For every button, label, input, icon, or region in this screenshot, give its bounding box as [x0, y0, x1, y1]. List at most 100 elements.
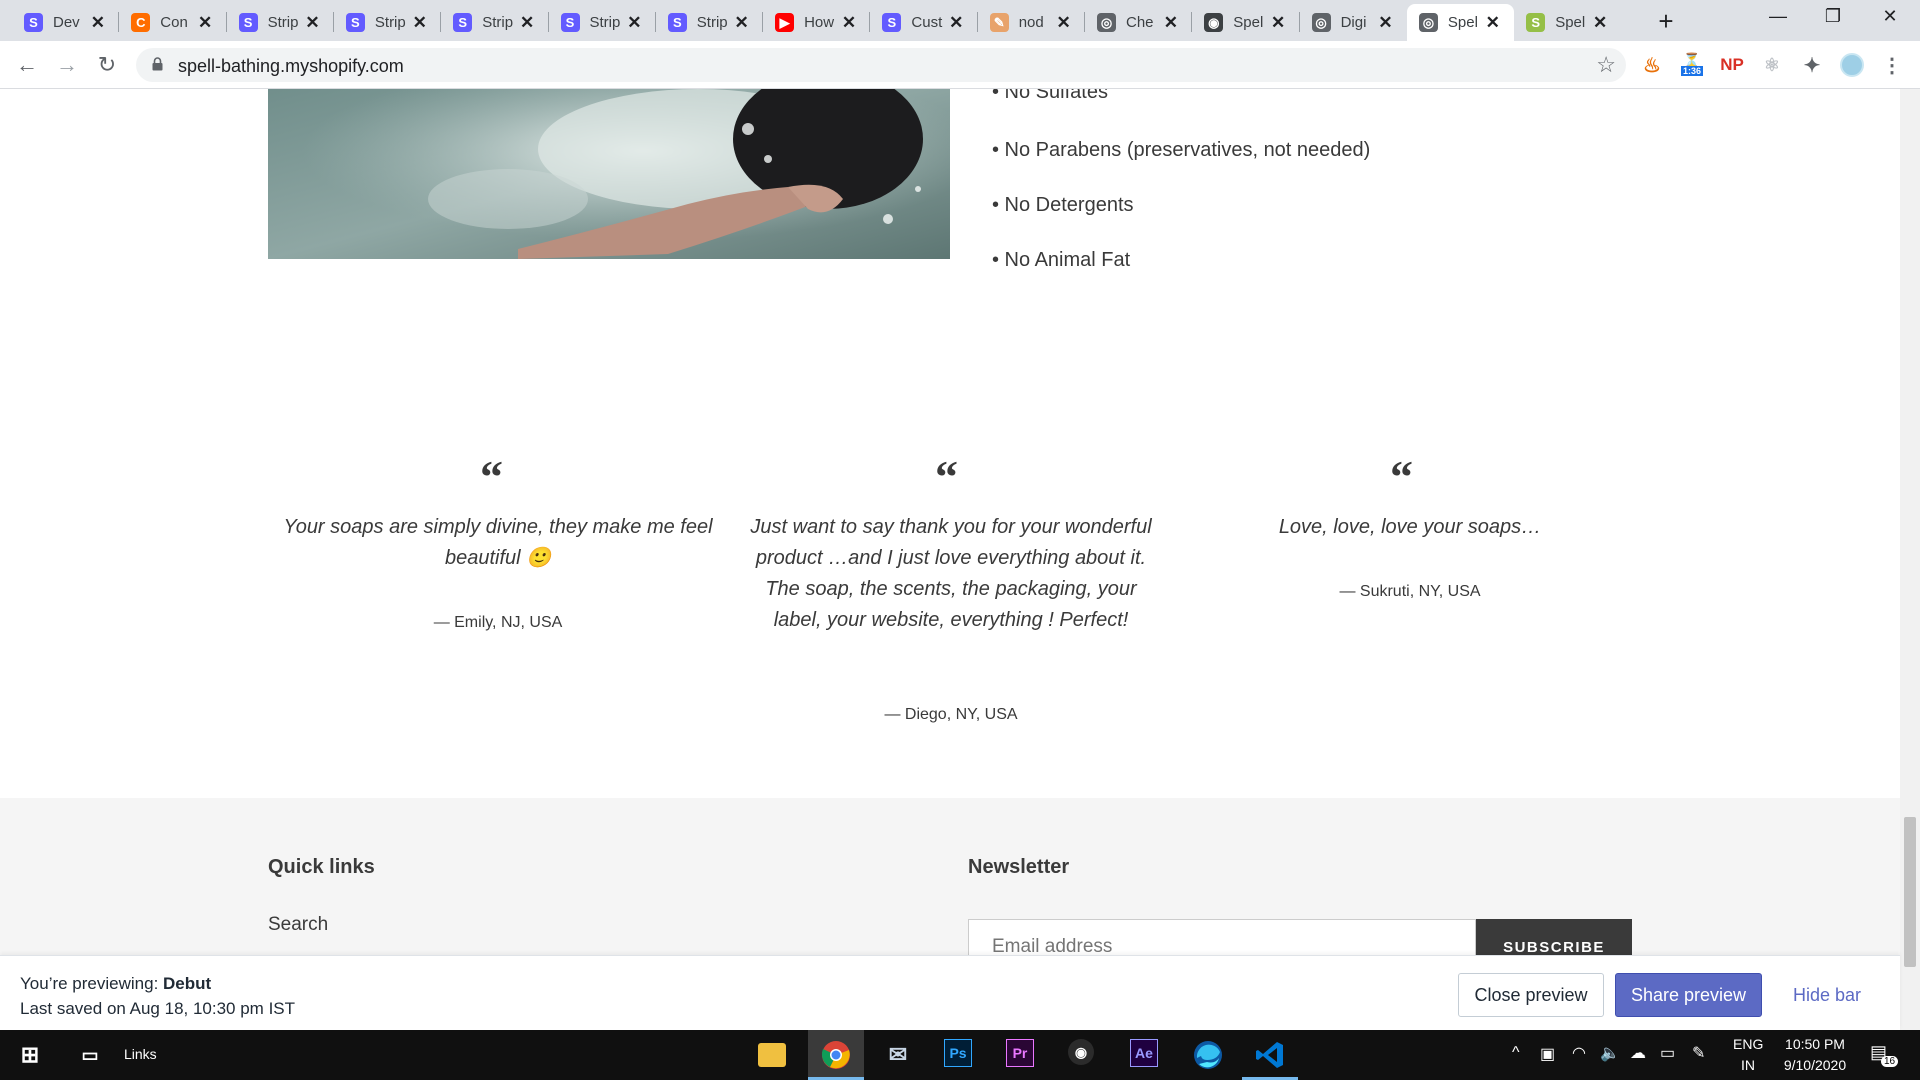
edge-icon[interactable]: [1192, 1039, 1224, 1071]
browser-tab[interactable]: S Strip ✕: [334, 4, 441, 41]
react-extension-icon[interactable]: ⚛: [1760, 53, 1784, 77]
tab-close-icon[interactable]: ✕: [735, 13, 749, 33]
show-hidden-icons-icon[interactable]: ^: [1512, 1044, 1520, 1062]
language-indicator[interactable]: ENG: [1733, 1036, 1763, 1052]
share-preview-button[interactable]: Share preview: [1615, 973, 1762, 1017]
tab-title: Che: [1126, 14, 1154, 31]
tab-close-icon[interactable]: ✕: [1164, 13, 1178, 33]
tab-close-icon[interactable]: ✕: [1378, 13, 1392, 33]
close-preview-button[interactable]: Close preview: [1458, 973, 1604, 1017]
pen-icon[interactable]: ✎: [1692, 1043, 1705, 1063]
restore-button[interactable]: ❐: [1813, 6, 1853, 27]
tab-favicon-icon: S: [345, 13, 365, 32]
browser-toolbar: ← → ↻ spell-bathing.myshopify.com ☆ ♨ ⏳ …: [0, 41, 1920, 89]
testimonial-quote: Just want to say thank you for your wond…: [750, 516, 1152, 631]
after-effects-icon[interactable]: Ae: [1130, 1039, 1158, 1067]
tab-title: Strip: [374, 14, 406, 31]
browser-tab[interactable]: ◎ Digi ✕: [1300, 4, 1407, 41]
tab-close-icon[interactable]: ✕: [949, 13, 963, 33]
task-view-icon[interactable]: ▭: [74, 1039, 106, 1071]
browser-tab[interactable]: S Cust ✕: [870, 4, 977, 41]
clock-date[interactable]: 9/10/2020: [1774, 1057, 1856, 1073]
previewing-label: You’re previewing:: [20, 974, 159, 993]
tab-title: nod: [1018, 14, 1044, 31]
new-tab-button[interactable]: +: [1652, 8, 1680, 36]
tab-favicon-icon: S: [560, 13, 580, 32]
tab-close-icon[interactable]: ✕: [1271, 13, 1285, 33]
bookmark-star-icon[interactable]: ☆: [1596, 52, 1616, 78]
quote-mark-icon: “: [480, 451, 503, 502]
browser-tab[interactable]: ▶ How ✕: [763, 4, 870, 41]
page-scrollbar[interactable]: [1900, 89, 1920, 1030]
region-indicator[interactable]: IN: [1741, 1057, 1755, 1073]
tab-title: Strip: [589, 14, 621, 31]
clock-time[interactable]: 10:50 PM: [1783, 1036, 1847, 1052]
photoshop-icon[interactable]: Ps: [944, 1039, 972, 1067]
tab-title: Cust: [911, 14, 943, 31]
menu-kebab-icon[interactable]: ⋮: [1880, 53, 1904, 77]
url-text: spell-bathing.myshopify.com: [178, 56, 404, 76]
tab-title: Con: [160, 14, 188, 31]
browser-tab[interactable]: ◎ Che ✕: [1085, 4, 1192, 41]
browser-tab[interactable]: ◎ Spel ✕: [1406, 4, 1514, 41]
browser-tab[interactable]: S Dev ✕: [12, 4, 119, 41]
mail-icon[interactable]: ✉: [882, 1039, 914, 1071]
hide-bar-link[interactable]: Hide bar: [1782, 973, 1872, 1017]
tab-close-icon[interactable]: ✕: [91, 13, 105, 33]
close-window-button[interactable]: ✕: [1870, 6, 1910, 27]
chrome-icon[interactable]: [820, 1039, 852, 1071]
lock-icon: [152, 57, 163, 71]
tab-close-icon[interactable]: ✕: [842, 13, 856, 33]
browser-tab[interactable]: S Strip ✕: [227, 4, 334, 41]
scrollbar-thumb[interactable]: [1904, 817, 1916, 967]
reload-icon[interactable]: ↻: [93, 51, 121, 79]
tab-title: Strip: [696, 14, 728, 31]
ingredient-item: • No Detergents: [992, 194, 1134, 216]
testimonial-quote: Your soaps are simply divine, they make …: [283, 516, 713, 569]
quote-mark-icon: “: [935, 451, 958, 502]
profile-avatar[interactable]: [1840, 53, 1864, 77]
theme-name: Debut: [163, 974, 212, 993]
tab-favicon-icon: ▶: [775, 13, 795, 32]
back-icon[interactable]: ←: [13, 51, 41, 79]
np-extension-icon[interactable]: NP: [1720, 53, 1744, 77]
premiere-icon[interactable]: Pr: [1006, 1039, 1034, 1067]
browser-tab[interactable]: S Strip ✕: [656, 4, 763, 41]
testimonial-author: — Diego, NY, USA: [884, 706, 1018, 723]
extensions-puzzle-icon[interactable]: ✦: [1800, 53, 1824, 77]
browser-tab[interactable]: S Spel ✕: [1514, 4, 1621, 41]
vscode-icon[interactable]: [1254, 1039, 1286, 1071]
wifi-icon[interactable]: ◠: [1572, 1043, 1586, 1063]
tab-favicon-icon: S: [1526, 13, 1546, 32]
tab-close-icon[interactable]: ✕: [1486, 13, 1500, 33]
tab-close-icon[interactable]: ✕: [198, 13, 212, 33]
browser-tab[interactable]: C Con ✕: [119, 4, 226, 41]
browser-tab[interactable]: ✎ nod ✕: [978, 4, 1085, 41]
tab-close-icon[interactable]: ✕: [627, 13, 641, 33]
tab-close-icon[interactable]: ✕: [1056, 13, 1070, 33]
battery-icon[interactable]: ▭: [1660, 1043, 1675, 1063]
browser-tab[interactable]: S Strip ✕: [441, 4, 548, 41]
battery-saver-icon[interactable]: ▣: [1540, 1044, 1555, 1064]
browser-tab[interactable]: ◉ Spel ✕: [1192, 4, 1299, 41]
browser-tab[interactable]: S Strip ✕: [549, 4, 656, 41]
footer-link-search[interactable]: Search: [268, 914, 328, 936]
tab-close-icon[interactable]: ✕: [520, 13, 534, 33]
timer-extension-icon[interactable]: ⏳ 1:36: [1680, 53, 1704, 77]
timer-badge: 1:36: [1680, 66, 1703, 76]
tab-close-icon[interactable]: ✕: [305, 13, 319, 33]
obs-icon[interactable]: ◉: [1068, 1039, 1094, 1065]
address-bar[interactable]: spell-bathing.myshopify.com ☆: [136, 48, 1626, 82]
tab-close-icon[interactable]: ✕: [413, 13, 427, 33]
fire-extension-icon[interactable]: ♨: [1640, 53, 1664, 77]
tab-close-icon[interactable]: ✕: [1593, 13, 1607, 33]
windows-start-icon[interactable]: ⊞: [14, 1039, 46, 1071]
minimize-button[interactable]: —: [1758, 6, 1798, 27]
tab-favicon-icon: ◎: [1311, 13, 1331, 32]
volume-icon[interactable]: 🔈: [1600, 1043, 1620, 1063]
onedrive-icon[interactable]: ☁: [1630, 1043, 1646, 1063]
file-explorer-icon[interactable]: [758, 1043, 786, 1067]
links-toolbar-label[interactable]: Links: [124, 1046, 157, 1062]
forward-icon[interactable]: →: [53, 51, 81, 79]
tab-favicon-icon: ◎: [1418, 13, 1438, 32]
